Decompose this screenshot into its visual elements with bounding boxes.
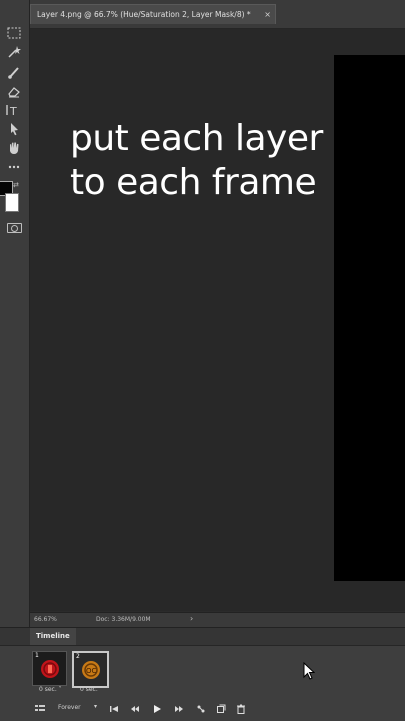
first-frame-icon[interactable] <box>109 702 119 716</box>
close-tab-icon[interactable]: × <box>264 5 271 24</box>
chevron-down-icon: ˅ <box>97 686 103 693</box>
duplicate-frame-icon[interactable] <box>216 702 226 716</box>
animation-frame-selected[interactable]: 2 OC <box>72 651 109 688</box>
caption-line-2: to each frame <box>70 162 317 203</box>
canvas-area: put each layer to each frame <box>30 29 405 611</box>
timeline-panel: Timeline 1 0 sec. ˅ 2 OC 0 sec. ˅ Foreve… <box>0 627 405 721</box>
previous-frame-icon[interactable] <box>130 702 140 716</box>
swap-colors-icon[interactable]: ⇄ <box>13 181 19 189</box>
chevron-down-icon[interactable]: ▾ <box>94 703 97 710</box>
document-size-info: Doc: 3.36M/9.00M <box>96 616 151 623</box>
document-tab-bar: Layer 4.png @ 66.7% (Hue/Saturation 2, L… <box>30 0 405 29</box>
mouse-pointer-icon <box>303 662 315 680</box>
animation-frame[interactable]: 1 <box>32 651 67 686</box>
play-icon[interactable] <box>152 702 162 716</box>
frame-delay[interactable]: 0 sec. ˅ <box>80 686 103 693</box>
frame-thumbnail-orange-emblem: OC <box>82 661 100 679</box>
video-caption: put each layer to each frame <box>70 117 370 205</box>
eraser-tool-icon[interactable] <box>6 84 22 98</box>
more-tools-icon[interactable] <box>6 160 22 174</box>
hand-tool-icon[interactable] <box>6 141 22 155</box>
type-tool-icon[interactable]: T <box>6 103 22 117</box>
magic-wand-icon[interactable] <box>6 45 22 59</box>
delete-frame-icon[interactable] <box>236 702 246 716</box>
svg-text:OC: OC <box>86 667 97 675</box>
next-frame-icon[interactable] <box>174 702 184 716</box>
frame-number: 2 <box>76 653 80 660</box>
convert-timeline-icon[interactable] <box>34 702 46 716</box>
tab-timeline[interactable]: Timeline <box>30 628 76 645</box>
timeline-controls: Forever ▾ <box>0 700 405 721</box>
timeline-header: Timeline <box>0 628 405 646</box>
tools-panel: T ⇄ <box>0 0 30 632</box>
chevron-down-icon: ˅ <box>56 686 62 693</box>
document-tab-title: Layer 4.png @ 66.7% (Hue/Saturation 2, L… <box>37 10 251 19</box>
frame-number: 1 <box>35 652 39 659</box>
marquee-tool-icon[interactable] <box>6 26 22 40</box>
svg-text:T: T <box>9 105 17 117</box>
tween-icon[interactable] <box>196 702 206 716</box>
zoom-level[interactable]: 66.67% <box>34 616 57 623</box>
background-color-swatch[interactable] <box>5 193 19 212</box>
status-menu-arrow[interactable]: › <box>190 614 193 623</box>
frame-delay[interactable]: 0 sec. ˅ <box>39 686 62 693</box>
quick-mask-icon[interactable] <box>7 223 22 233</box>
frame-thumbnail-red-emblem <box>41 660 59 678</box>
caption-line-1: put each layer <box>70 118 323 159</box>
path-selection-icon[interactable] <box>6 122 22 136</box>
document-tab[interactable]: Layer 4.png @ 66.7% (Hue/Saturation 2, L… <box>30 4 276 24</box>
brush-tool-icon[interactable] <box>6 65 22 79</box>
loop-options-select[interactable]: Forever <box>58 704 81 711</box>
status-bar: 66.67% Doc: 3.36M/9.00M › <box>30 612 405 627</box>
